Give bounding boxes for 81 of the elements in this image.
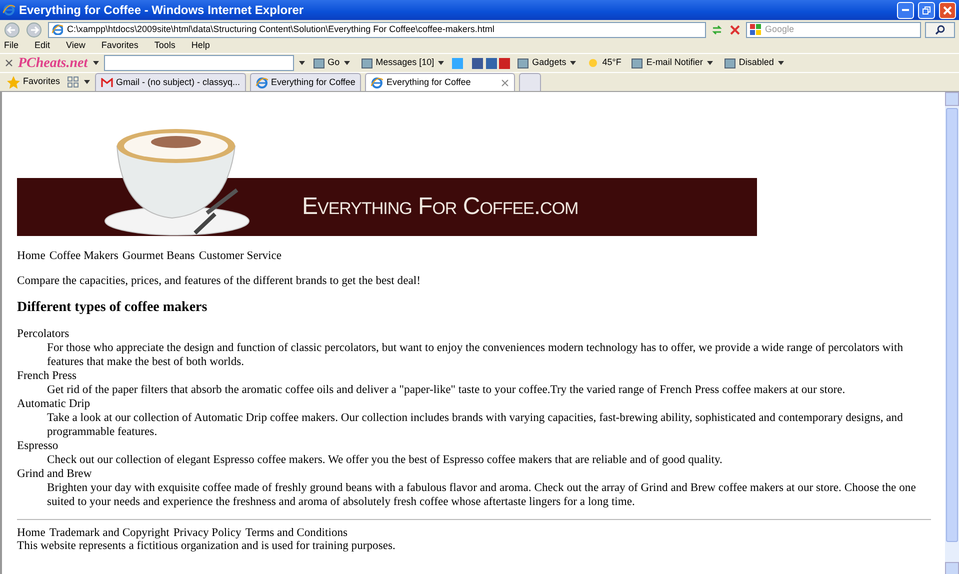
footer-link[interactable]: Terms and Conditions [245,526,348,539]
footer-link[interactable]: Home [17,526,46,539]
nav-link[interactable]: Home [17,249,46,263]
close-icon[interactable] [4,58,14,68]
browser-tab[interactable]: Gmail - (no subject) - classyq... [95,73,246,91]
menu-item[interactable]: File [4,39,19,53]
term-title: Grind and Brew [17,466,93,481]
toolbar-button[interactable]: E-mail Notifier [628,56,717,70]
back-icon[interactable] [4,22,22,38]
nav-link[interactable]: Coffee Makers [49,249,118,263]
window-title: Everything for Coffee - Windows Internet Explorer [19,2,305,19]
browser-logo-icon [3,4,15,16]
restore-icon [922,6,931,14]
search-button[interactable] [925,22,955,38]
term-description: Get rid of the paper filters that absorb the aromatic coffee oils and deliver a "paper-like" taste to your coffee.Try the varied range of French Press coffee makers at our store. [47,382,846,397]
menu-item[interactable]: Edit [34,39,50,53]
social-icons-drawing[interactable] [452,56,510,70]
toolbar-button[interactable]: Disabled [720,56,788,70]
footer-link[interactable]: Trademark and Copyright [49,526,170,539]
address-field[interactable]: C:\xampp\htdocs\2009site\html\data\Structuring Content\Solution\Everything For Coffee\coffee-makers.html [48,22,706,38]
page-icon [52,24,63,35]
nav-link[interactable]: Customer Service [198,249,282,263]
toolbar-button[interactable]: Gadgets [514,56,580,70]
toolbar-icon [724,57,736,69]
footer-link[interactable]: Privacy Policy [173,526,242,539]
caret-icon [342,59,351,67]
toolbar-search-field[interactable] [104,55,294,71]
footer-note: This website represents a fictitious organization and is used for training purposes. [17,538,396,552]
close-icon [943,6,952,14]
close-button[interactable] [939,2,956,18]
mail-icon [101,78,114,88]
caret-icon [706,59,714,67]
caret-icon[interactable] [298,59,306,67]
caret-icon [776,59,785,67]
search-engine-icon [750,24,761,35]
toolbar-button[interactable]: Go [310,56,354,70]
toolbar-logo: PCheats.net [18,54,88,72]
term-title: Espresso [17,438,60,453]
intro-text: Compare the capacities, prices, and features of the different brands to get the best deal! [17,274,422,288]
caret-icon [569,59,578,67]
forward-icon[interactable] [26,22,44,38]
browser-tab[interactable]: Everything for Coffee [250,73,362,91]
term-description: For those who appreciate the design and function of classic percolators, but want to enjoy the conveniences modern technology has to offer, we provide a wide range of percolators with features that make the best of both worlds. [47,340,904,369]
weather-button[interactable]: 45°F [584,56,624,70]
minimize-icon [902,9,909,11]
close-icon[interactable] [501,78,510,86]
star-icon [7,76,20,88]
scrollbar[interactable] [945,92,959,574]
minimize-button[interactable] [897,2,914,18]
menu-item[interactable]: Tools [154,39,176,53]
stop-icon[interactable] [728,22,742,36]
toolbar-icon [312,57,325,69]
menu-item[interactable]: Favorites [101,39,138,53]
scrollbar-thumb[interactable] [946,108,958,542]
section-heading: Different types of coffee makers [17,300,208,317]
term-title: Percolators [17,326,70,341]
search-icon [935,24,945,34]
caret-icon [437,59,446,67]
toolbar-button[interactable]: Messages [10] [358,56,448,70]
favorites-button[interactable]: Favorites [4,75,64,89]
toolbar-icon [517,57,530,69]
term-description: Brighten your day with exquisite coffee made of freshly ground beans with a fabulous flavor and aroma. Check out the array of Grind and Brew coffee makers at our store. Choose the one suited to your needs and experience the freshness and aroma of absolutely fresh coffee whose aftertaste lingers for a long time. [47,480,917,509]
browser-logo-icon [256,76,268,88]
toolbar-icon [360,57,373,69]
menu-item[interactable]: Help [191,39,210,53]
caret-icon[interactable] [92,59,100,67]
restore-button[interactable] [918,2,935,18]
new-tab-button[interactable] [519,73,542,91]
menu-item[interactable]: View [66,39,86,53]
toolbar-icon [631,57,644,69]
site-logo-text: Everything For Coffee.com [302,193,578,221]
term-title: French Press [17,368,78,383]
nav-link[interactable]: Gourmet Beans [122,249,195,263]
sun-icon [587,57,600,69]
browser-tab[interactable]: Everything for Coffee [365,73,516,91]
refresh-icon[interactable] [710,22,724,36]
term-description: Take a look at our collection of Automatic Drip coffee makers. Our collection includes brands with varying capacities, fast-brewing ability, sophisticated and contemporary designs, and programmable features. [47,410,904,439]
term-description: Check out our collection of elegant Espresso coffee makers. We offer you the best of Espresso coffee makers that are reliable and of good quality. [47,452,724,467]
caret-icon[interactable] [83,78,92,86]
browser-logo-icon [371,76,384,88]
term-title: Automatic Drip [17,396,92,411]
